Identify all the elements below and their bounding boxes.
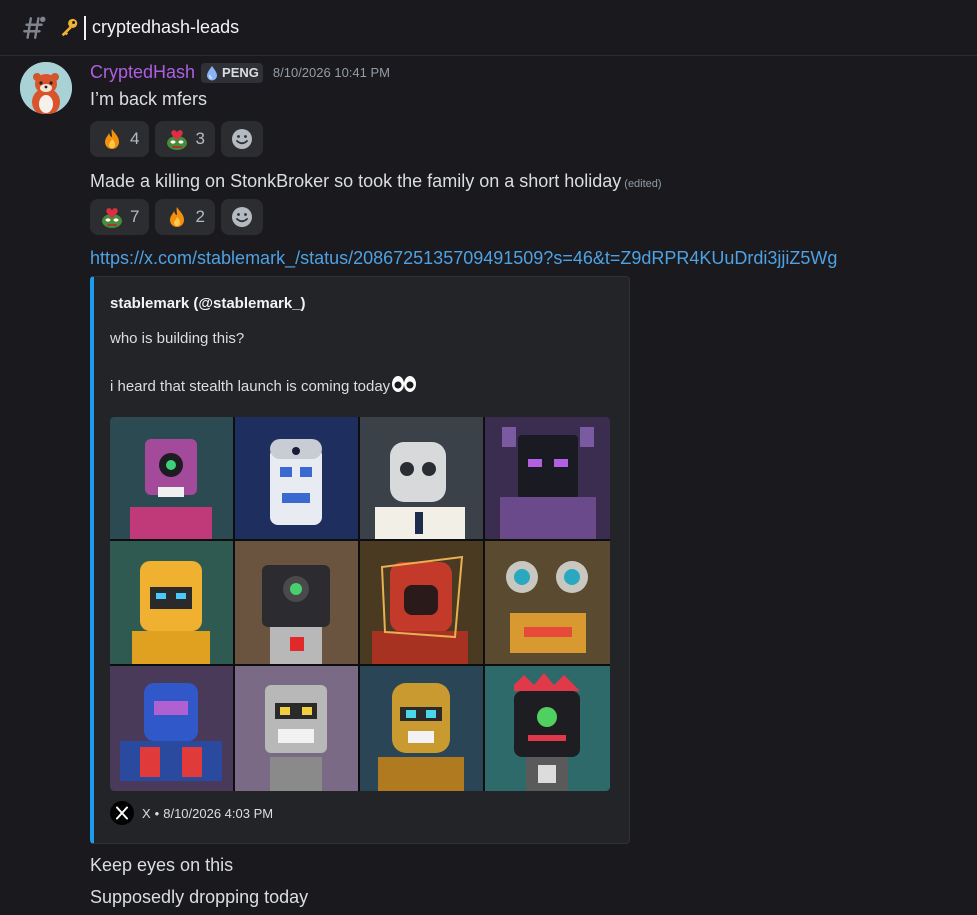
embed-footer: X • 8/10/2026 4:03 PM: [110, 801, 273, 825]
tweet-link[interactable]: https://x.com/stablemark_/status/2086725…: [90, 248, 837, 269]
fire-emoji-icon: [170, 207, 185, 227]
eyes-emoji-icon: [392, 376, 417, 392]
link-embed: stablemark (@stablemark_) who is buildin…: [90, 276, 630, 844]
reaction-fire[interactable]: 2: [155, 199, 215, 235]
footer-separator: •: [154, 805, 160, 821]
author-name[interactable]: CryptedHash: [90, 62, 195, 83]
smile-icon: [231, 129, 252, 149]
add-reaction-button[interactable]: [220, 121, 263, 157]
embed-footer-source: X: [142, 805, 151, 821]
channel-header: cryptedhash-leads: [0, 0, 977, 56]
message-line: Keep eyes on this: [90, 855, 234, 875]
reaction-count: 3: [195, 129, 205, 148]
timestamp: 8/10/2026 10:41 PM: [272, 65, 390, 80]
message-line: Supposedly dropping today: [90, 887, 309, 907]
robot-nft-grid-image: [110, 417, 610, 791]
reaction-count: 4: [130, 129, 140, 148]
embed-text: i heard that stealth launch is coming to…: [110, 375, 417, 395]
smile-icon: [231, 207, 252, 227]
embed-text-line: i heard that stealth launch is coming to…: [110, 378, 391, 395]
guild-tag-label: PENG: [222, 65, 259, 80]
embed-footer-time: 8/10/2026 4:03 PM: [163, 805, 274, 821]
guild-tag[interactable]: PENG: [201, 62, 263, 83]
embed-image[interactable]: [110, 417, 610, 791]
reaction-pepe-love[interactable]: 3: [155, 121, 215, 157]
embed-text: who is building this?: [110, 330, 245, 347]
reaction-pepe-love[interactable]: 7: [90, 199, 150, 235]
x-logo-icon: [110, 801, 134, 825]
reaction-count: 2: [195, 207, 205, 226]
fire-emoji-icon: [105, 129, 119, 149]
embed-author[interactable]: stablemark (@stablemark_): [110, 295, 306, 312]
message-line-text: Made a killing on StonkBroker so took th…: [90, 171, 622, 191]
key-icon: [61, 18, 78, 36]
reactions-row: 7 2: [90, 199, 263, 235]
message-line: Made a killing on StonkBroker so took th…: [90, 171, 662, 192]
pepe-love-emoji-icon: [167, 130, 188, 150]
pepe-love-emoji-icon: [102, 208, 122, 228]
channel-name[interactable]: cryptedhash-leads: [92, 17, 239, 38]
add-reaction-button[interactable]: [220, 199, 263, 235]
edited-label: (edited): [624, 178, 662, 190]
hash-icon: [23, 16, 46, 39]
message-line: I’m back mfers: [90, 89, 208, 109]
reactions-row: 4 3: [90, 121, 263, 157]
drop-icon: [207, 65, 218, 80]
reaction-count: 7: [130, 207, 140, 226]
avatar[interactable]: [20, 62, 72, 114]
message-header: CryptedHash PENG 8/10/2026 10:41 PM: [90, 62, 390, 83]
text-cursor: [84, 15, 86, 40]
reaction-fire[interactable]: 4: [90, 121, 150, 157]
